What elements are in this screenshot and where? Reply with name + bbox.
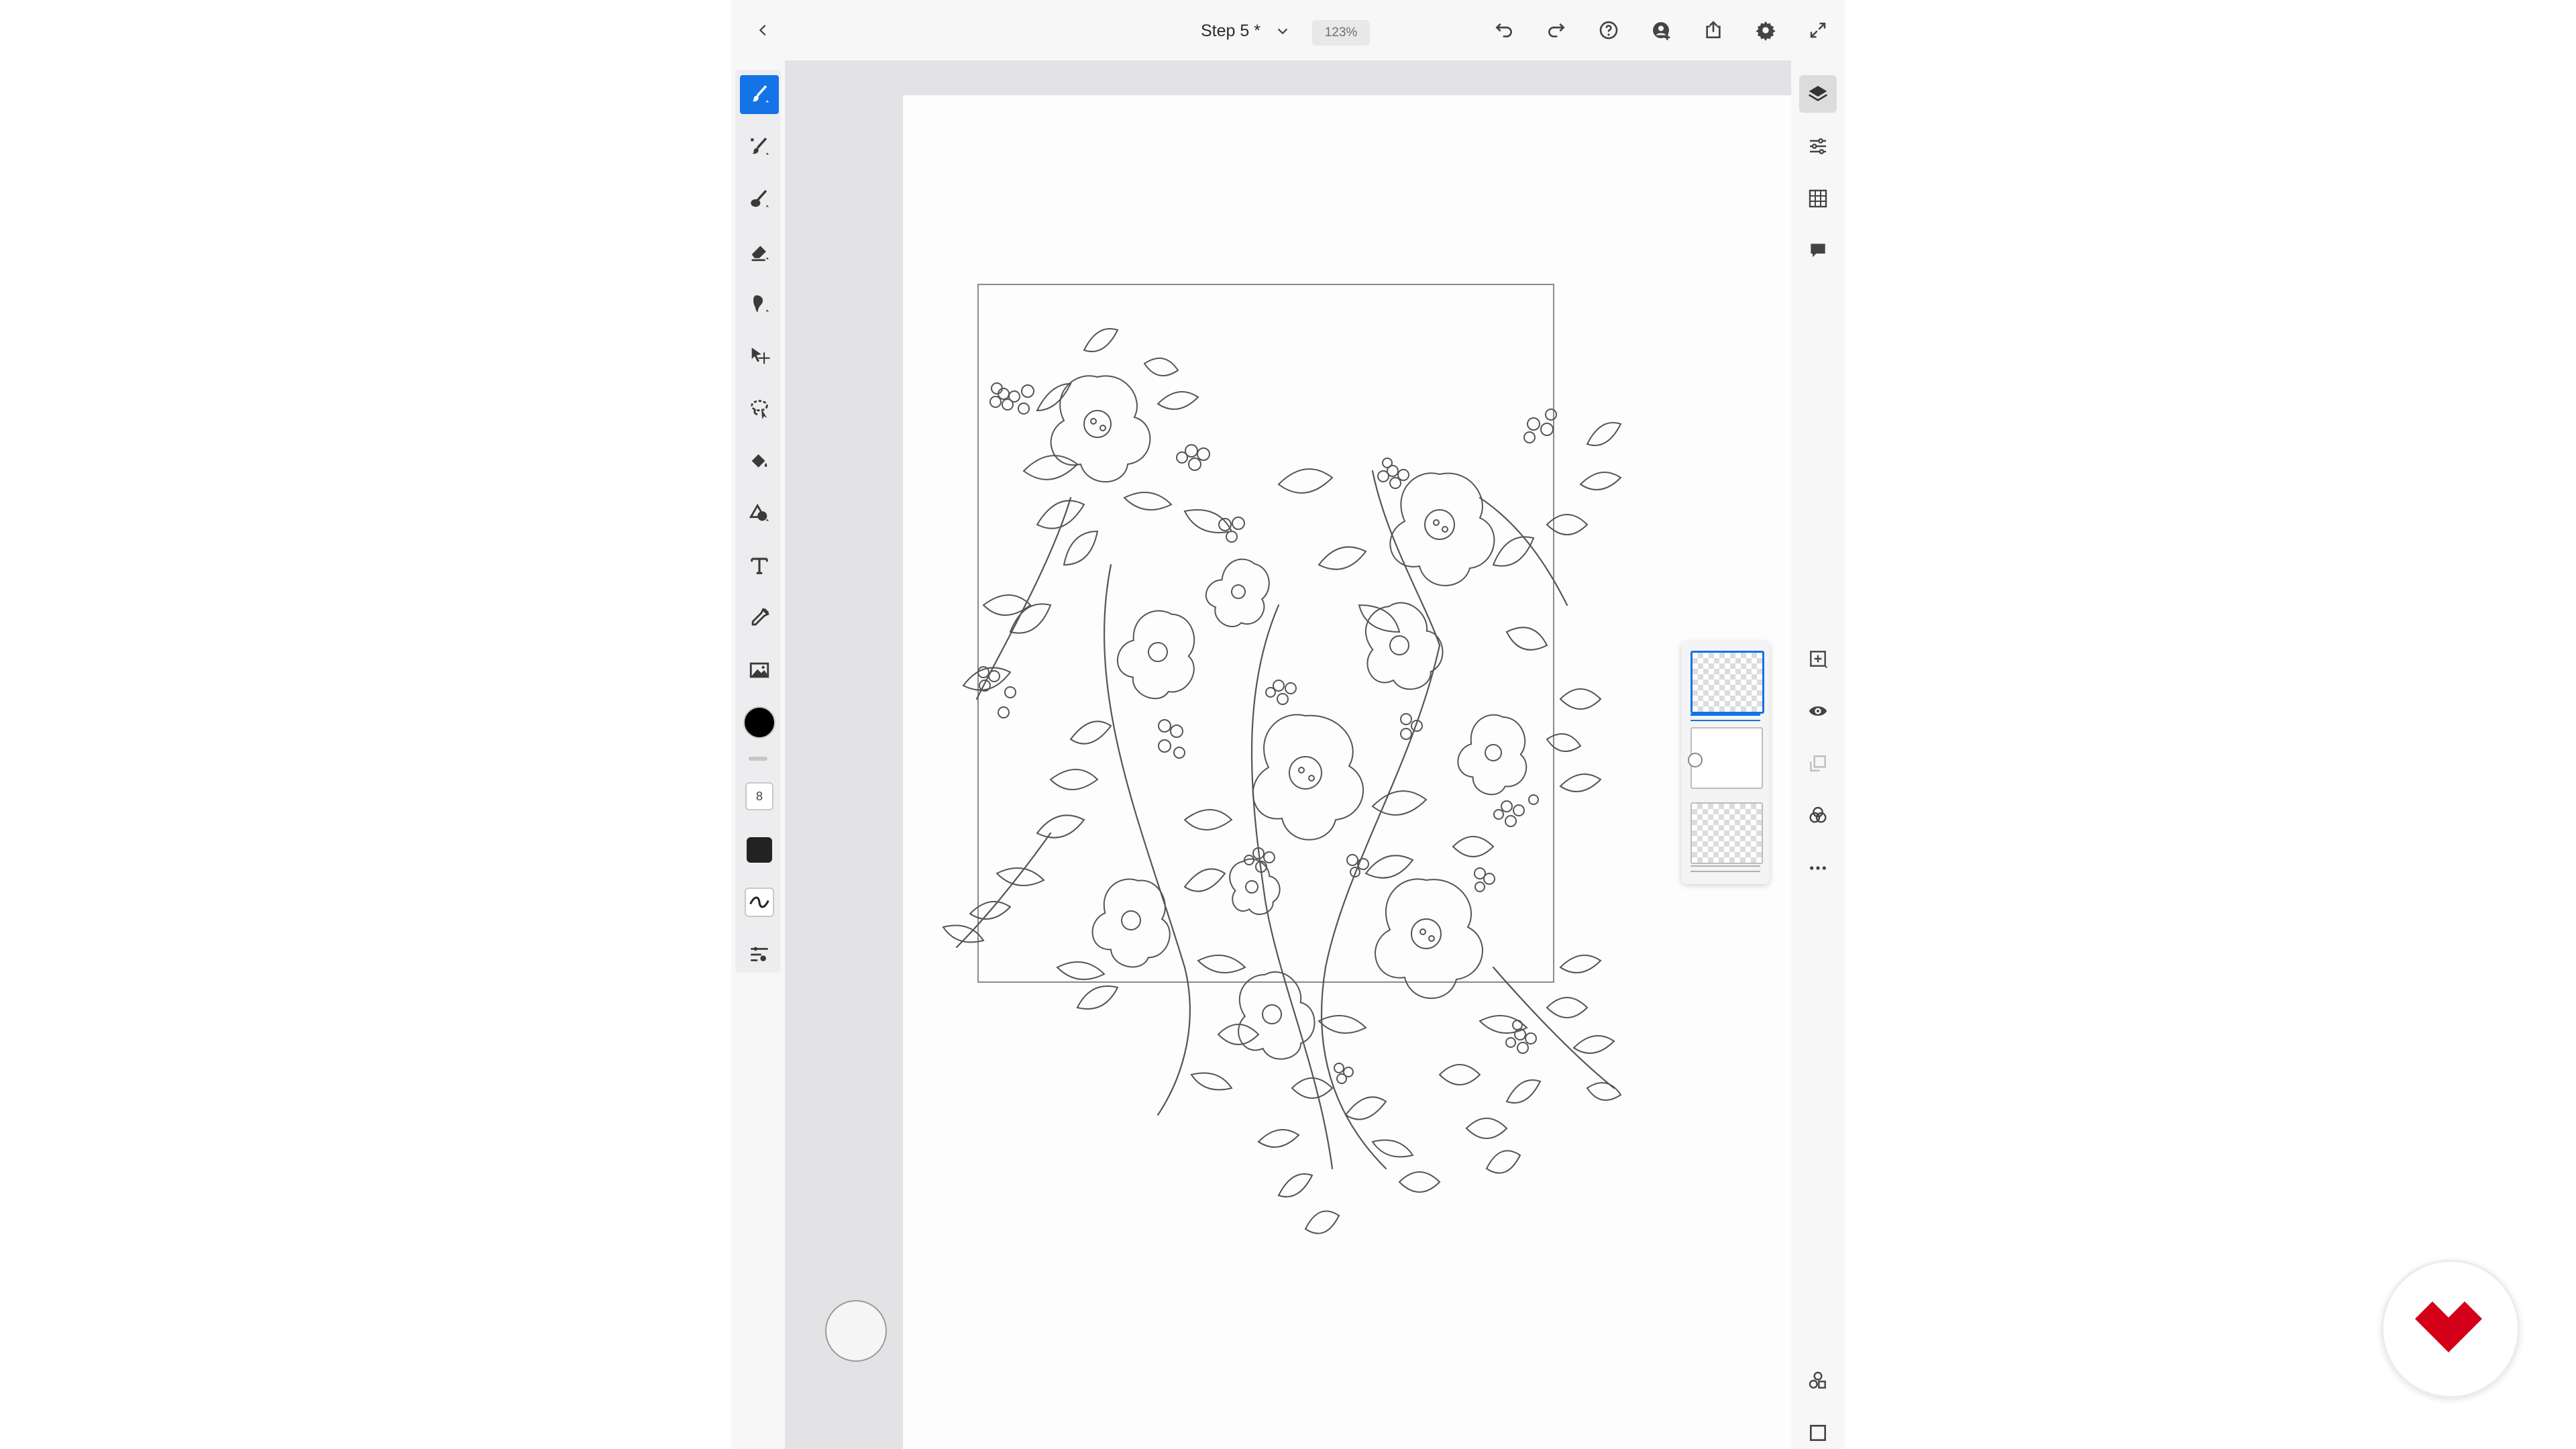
shapes-icon bbox=[749, 503, 769, 521]
grid-button[interactable] bbox=[1799, 180, 1837, 217]
image-icon bbox=[749, 662, 769, 678]
sliders-brush-icon bbox=[751, 947, 768, 961]
comment-icon bbox=[1811, 244, 1825, 258]
text-icon bbox=[751, 557, 768, 574]
paint-brush-icon bbox=[751, 85, 769, 103]
chevron-down-icon bbox=[1277, 28, 1288, 35]
transform-tool[interactable] bbox=[740, 337, 779, 376]
document-title-menu[interactable]: Step 5 * bbox=[1201, 19, 1290, 43]
fullscreen-button[interactable] bbox=[1805, 17, 1831, 44]
pixel-brush-tool[interactable] bbox=[740, 127, 779, 166]
grid-icon bbox=[1809, 189, 1827, 208]
tool-tray: 8 bbox=[735, 70, 781, 973]
eye-icon bbox=[1809, 706, 1827, 716]
smudge-icon bbox=[753, 295, 769, 313]
redo-icon bbox=[1548, 23, 1565, 38]
blend-mode-icon bbox=[1809, 806, 1827, 823]
brush-settings[interactable] bbox=[740, 883, 779, 922]
eraser-tool[interactable] bbox=[740, 232, 779, 271]
top-bar: Step 5 * 123% bbox=[731, 0, 1845, 60]
layer-1-indicator bbox=[1690, 714, 1760, 721]
watercolor-brush-icon bbox=[751, 190, 769, 207]
touch-modifier-button[interactable] bbox=[825, 1300, 887, 1362]
left-toolbar: 8 bbox=[731, 60, 785, 1449]
stroke-preview-icon bbox=[745, 888, 774, 917]
layer-3-indicator bbox=[1690, 865, 1760, 872]
layers-icon bbox=[1808, 86, 1828, 101]
paint-bucket-icon bbox=[751, 454, 767, 468]
share-button[interactable] bbox=[1700, 17, 1727, 44]
paint-brush-tool[interactable] bbox=[740, 75, 779, 114]
brush-size-value: 8 bbox=[745, 782, 773, 810]
layers-button[interactable] bbox=[1799, 75, 1837, 113]
pixel-brush-icon bbox=[751, 138, 769, 155]
canvas-document[interactable] bbox=[903, 95, 1791, 1449]
settings-button[interactable] bbox=[1752, 17, 1779, 44]
lasso-icon bbox=[751, 400, 768, 419]
share-icon bbox=[1706, 21, 1721, 38]
redo-button[interactable] bbox=[1543, 17, 1570, 44]
back-button[interactable] bbox=[750, 17, 777, 44]
layers-panel bbox=[1681, 641, 1770, 884]
comments-button[interactable] bbox=[1799, 232, 1837, 270]
visibility-button[interactable] bbox=[1799, 692, 1837, 730]
chevron-left-icon bbox=[759, 24, 766, 36]
help-icon bbox=[1599, 21, 1618, 40]
opacity-swatch-square bbox=[747, 837, 772, 863]
brand-logo-icon bbox=[2415, 1301, 2482, 1352]
gear-icon bbox=[1756, 21, 1776, 41]
brush-size-track[interactable] bbox=[749, 757, 767, 761]
eraser-icon bbox=[751, 246, 769, 262]
add-user-icon bbox=[1653, 22, 1670, 40]
eyedropper-icon bbox=[751, 607, 770, 626]
lasso-select-tool[interactable] bbox=[740, 389, 779, 428]
fill-tool[interactable] bbox=[740, 441, 779, 480]
undo-icon bbox=[1495, 23, 1512, 38]
shape-tool[interactable] bbox=[740, 494, 779, 533]
blend-button[interactable] bbox=[1799, 797, 1837, 835]
smudge-tool[interactable] bbox=[740, 284, 779, 323]
sliders-icon bbox=[1810, 138, 1826, 154]
libraries-button[interactable] bbox=[1799, 1362, 1837, 1399]
undo-button[interactable] bbox=[1491, 17, 1517, 44]
layer-thumbnail-3[interactable] bbox=[1690, 802, 1763, 864]
tool-options[interactable] bbox=[740, 935, 779, 974]
image-tool[interactable] bbox=[740, 651, 779, 690]
properties-button[interactable] bbox=[1799, 127, 1837, 165]
layer-thumbnail-2[interactable] bbox=[1688, 727, 1763, 789]
layer-link-icon bbox=[1688, 753, 1703, 767]
invite-button[interactable] bbox=[1648, 17, 1674, 44]
right-toolbar bbox=[1791, 60, 1845, 1449]
zoom-level[interactable]: 123% bbox=[1312, 20, 1370, 46]
expand-icon bbox=[1810, 22, 1826, 38]
mask-button[interactable] bbox=[1799, 745, 1837, 782]
help-button[interactable] bbox=[1595, 17, 1622, 44]
brush-size[interactable]: 8 bbox=[740, 777, 779, 816]
clip-mask-icon bbox=[1810, 755, 1826, 771]
more-options-button[interactable] bbox=[1799, 849, 1837, 887]
floral-line-artwork bbox=[942, 284, 1622, 1234]
move-icon bbox=[751, 347, 770, 364]
add-layer-icon bbox=[1810, 651, 1828, 668]
square-icon bbox=[1810, 1425, 1826, 1441]
more-icon bbox=[1810, 866, 1826, 870]
drawing-app: Step 5 * 123% 8 bbox=[731, 0, 1845, 1449]
text-tool[interactable] bbox=[740, 546, 779, 585]
layer-thumbnail-1[interactable] bbox=[1690, 651, 1764, 714]
libraries-icon bbox=[1809, 1371, 1826, 1389]
brand-logo-button[interactable] bbox=[2381, 1260, 2520, 1398]
eyedropper-tool[interactable] bbox=[740, 598, 779, 637]
opacity-swatch[interactable] bbox=[740, 830, 779, 869]
watercolor-brush-tool[interactable] bbox=[740, 180, 779, 219]
color-picker[interactable] bbox=[740, 703, 779, 742]
current-color-swatch bbox=[743, 706, 775, 739]
add-layer-button[interactable] bbox=[1799, 640, 1837, 678]
document-title: Step 5 * bbox=[1201, 21, 1260, 40]
canvas-view-button[interactable] bbox=[1799, 1414, 1837, 1449]
